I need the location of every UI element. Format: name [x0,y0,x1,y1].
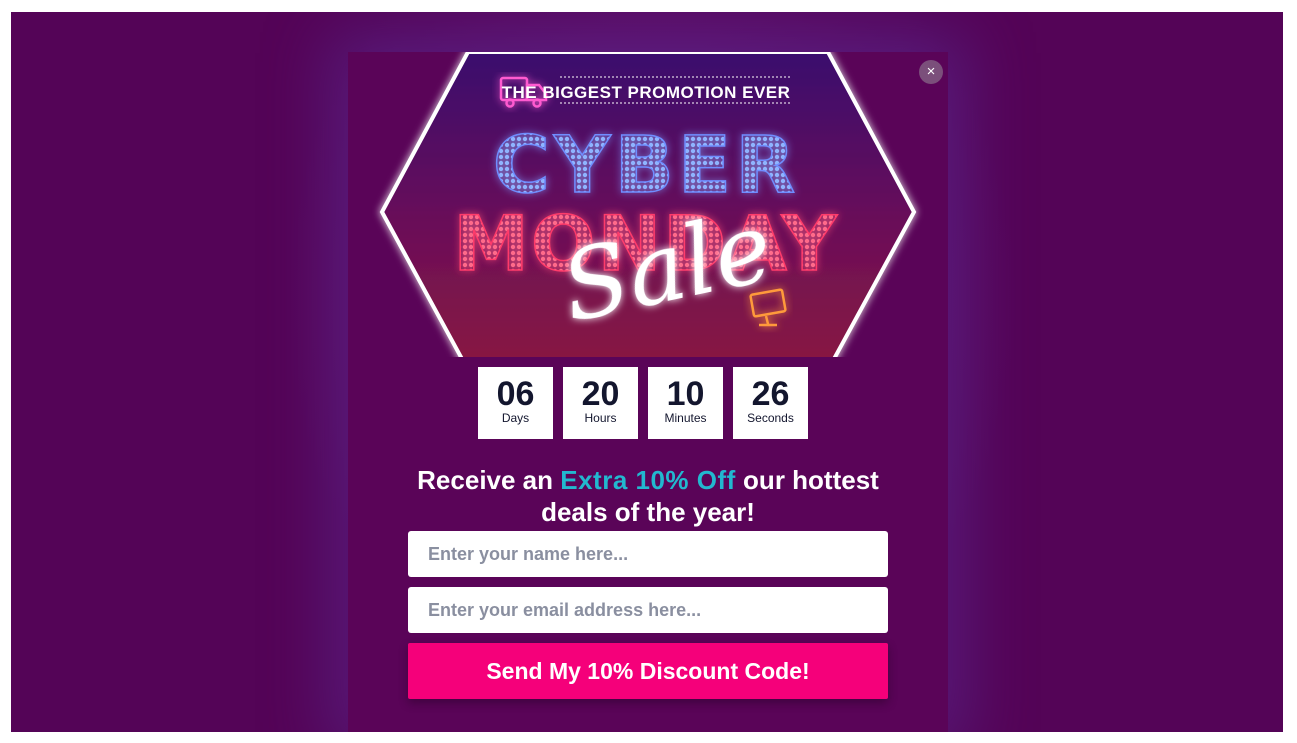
countdown-minutes: 10 Minutes [648,367,723,439]
cyber-monday-banner: THE BIGGEST PROMOTION EVER CYBER MONDAY … [348,52,948,357]
countdown-label: Seconds [747,411,794,425]
name-input[interactable] [408,531,888,577]
countdown-value: 10 [666,375,705,413]
countdown-value: 06 [496,375,535,413]
close-button[interactable]: × [919,60,943,84]
offer-headline: Receive an Extra 10% Off our hottest dea… [388,464,908,528]
countdown-timer: 06 Days 20 Hours 10 Minutes 26 Seconds [478,367,808,439]
countdown-label: Minutes [664,411,707,425]
headline-text-start: Receive an [417,465,561,495]
countdown-hours: 20 Hours [563,367,638,439]
countdown-days: 06 Days [478,367,553,439]
banner-tagline: THE BIGGEST PROMOTION EVER [502,83,791,102]
promo-popup: THE BIGGEST PROMOTION EVER CYBER MONDAY … [348,52,948,732]
submit-button[interactable]: Send My 10% Discount Code! [408,643,888,699]
countdown-label: Hours [584,411,617,425]
countdown-seconds: 26 Seconds [733,367,808,439]
email-input[interactable] [408,587,888,633]
page-backdrop: THE BIGGEST PROMOTION EVER CYBER MONDAY … [11,12,1283,732]
countdown-value: 20 [581,375,620,413]
countdown-value: 26 [751,375,790,413]
headline-accent: Extra 10% Off [560,465,736,495]
countdown-label: Days [501,411,530,425]
